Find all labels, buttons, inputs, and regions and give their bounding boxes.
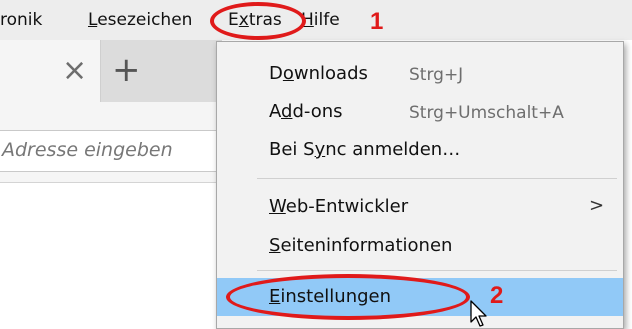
menu-item-web-developer[interactable]: Web-Entwickler > (217, 189, 623, 225)
label-part: Bei S (269, 139, 315, 160)
menu-item-downloads[interactable]: Downloads Strg+J (217, 56, 623, 92)
accesskey: W (269, 196, 286, 217)
url-placeholder: Adresse eingeben (2, 139, 173, 161)
label-part: A (269, 101, 281, 122)
accesskey: o (282, 63, 294, 84)
menu-label: esezeichen (97, 10, 193, 30)
label-part: wnloads (293, 63, 368, 84)
close-icon[interactable]: × (62, 54, 87, 88)
plus-icon[interactable]: + (112, 52, 141, 88)
menu-history-partial[interactable]: ronik (0, 9, 42, 31)
browser-tab[interactable]: × (0, 40, 101, 102)
chevron-right-icon: > (589, 195, 605, 216)
menu-item-page-info[interactable]: Seiteninformationen (217, 228, 623, 264)
accesskey: y (314, 139, 326, 160)
shortcut-label: Strg+Umschalt+A (409, 103, 564, 123)
accesskey: d (281, 101, 293, 122)
accesskey: L (88, 10, 98, 30)
label-part: nc anmelden… (325, 139, 461, 160)
menu-item-label: Web-Entwickler (269, 196, 408, 218)
label-part: D (269, 63, 283, 84)
menu-item-label: Seiteninformationen (269, 235, 452, 257)
accesskey: S (269, 235, 281, 256)
menu-item-label: Bei Sync anmelden… (269, 139, 460, 161)
nav-bar: Adresse eingeben (0, 102, 222, 183)
highlight-ellipse-extras (210, 2, 306, 40)
menu-item-addons[interactable]: Add-ons Strg+Umschalt+A (217, 94, 623, 130)
mouse-cursor-icon (470, 300, 487, 327)
menu-item-label: Downloads (269, 63, 368, 85)
label-part: d-ons (292, 101, 343, 122)
menu-separator (257, 270, 617, 271)
tab-strip: × + (0, 40, 222, 102)
label-part: eiteninformationen (280, 235, 453, 256)
menu-item-label: Add-ons (269, 101, 343, 123)
highlight-ellipse-settings (226, 274, 470, 320)
url-bar[interactable]: Adresse eingeben (0, 130, 219, 172)
shortcut-label: Strg+J (409, 65, 464, 85)
menu-help[interactable]: Hilfe (301, 9, 340, 31)
annotation-step-2: 2 (490, 282, 504, 309)
label-part: eb-Entwickler (285, 196, 409, 217)
menu-item-sync[interactable]: Bei Sync anmelden… (217, 132, 623, 168)
menu-label: ilfe (313, 10, 340, 30)
menu-bar: ronik Lesezeichen Extras Hilfe (0, 0, 632, 40)
annotation-step-1: 1 (370, 8, 384, 35)
menu-bookmarks[interactable]: Lesezeichen (88, 9, 192, 31)
menu-separator (257, 178, 617, 179)
menu-label: ronik (0, 10, 43, 30)
